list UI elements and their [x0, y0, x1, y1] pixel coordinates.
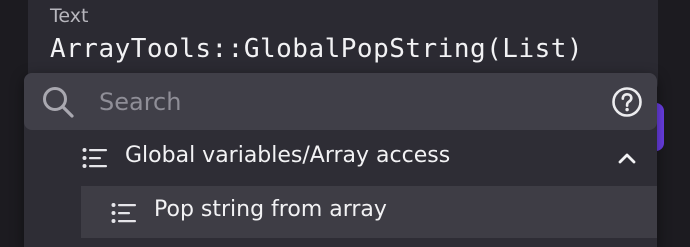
group-global-variables-array-access[interactable]: Global variables/Array access: [24, 130, 657, 186]
text-field-value[interactable]: ArrayTools::GlobalPopString(List): [50, 34, 583, 64]
list-icon: [111, 203, 136, 223]
help-icon[interactable]: [611, 86, 643, 118]
search-input[interactable]: [99, 83, 589, 121]
text-field-label: Text: [50, 5, 89, 27]
list-item-pop-string-from-array[interactable]: Pop string from array: [81, 186, 657, 238]
autocomplete-popup: Global variables/Array access Pop string…: [24, 73, 657, 247]
search-icon: [43, 87, 74, 118]
list-icon: [82, 148, 107, 168]
chevron-up-icon[interactable]: [617, 150, 637, 166]
list-item-label: Pop string from array: [154, 197, 387, 222]
search-bar: [24, 73, 657, 130]
editor-panel: Text ArrayTools::GlobalPopString(List) S…: [0, 0, 690, 247]
group-label: Global variables/Array access: [125, 143, 451, 168]
